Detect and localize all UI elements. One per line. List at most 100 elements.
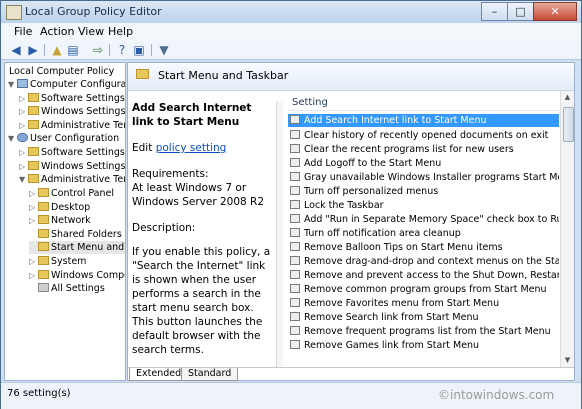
setting-icon: [290, 200, 300, 209]
tree-node-desktop[interactable]: ▷ Desktop: [29, 201, 90, 214]
list-item[interactable]: Clear the recent programs list for new u…: [288, 143, 559, 156]
close-button[interactable]: ✕: [533, 2, 577, 21]
help-icon[interactable]: ?: [115, 43, 129, 57]
menu-help[interactable]: Help: [108, 25, 133, 38]
policy-editor-app-icon: [6, 5, 22, 20]
list-item[interactable]: Remove frequent programs list from the S…: [288, 325, 559, 338]
forward-icon[interactable]: ▶: [26, 43, 40, 57]
tree-node-shared-folders[interactable]: Shared Folders: [29, 228, 122, 241]
back-icon[interactable]: ◀: [9, 43, 23, 57]
main-window: Local Group Policy Editor – □ ✕ File Act…: [0, 0, 582, 409]
tree-node-administrative-templates[interactable]: ▷Administrative Temp: [19, 119, 125, 132]
tree-node-system[interactable]: ▷ System: [29, 255, 86, 268]
user-icon: [17, 133, 28, 142]
filter-icon[interactable]: ▼: [157, 43, 171, 57]
tree-node-local-computer-policy[interactable]: Local Computer Policy: [9, 65, 114, 78]
list-item[interactable]: Turn off personalized menus: [288, 185, 559, 198]
tree-node-network[interactable]: ▷ Network: [29, 214, 91, 227]
setting-icon: [290, 130, 300, 139]
edit-policy-setting-link[interactable]: policy setting: [156, 142, 227, 154]
tab-extended[interactable]: Extended: [129, 368, 189, 381]
menu-file[interactable]: File: [14, 25, 32, 38]
description-panel: Add Search Internet link to Start Menu E…: [128, 91, 274, 367]
setting-icon: [290, 186, 300, 195]
folder-icon: [38, 188, 49, 197]
folder-icon: [38, 229, 49, 238]
tree-node-start-menu-and-taskbar[interactable]: Start Menu and T: [29, 241, 125, 254]
expand-arrow-icon[interactable]: ▷: [19, 119, 28, 132]
menu-action[interactable]: Action: [40, 25, 74, 38]
setting-icon: [290, 340, 300, 349]
list-item[interactable]: Remove Games link from Start Menu: [288, 339, 559, 352]
expand-arrow-icon[interactable]: ▷: [29, 214, 38, 227]
computer-icon: [17, 79, 28, 88]
view-tabs: Extended Standard: [128, 367, 574, 381]
list-item[interactable]: Remove Favorites menu from Start Menu: [288, 297, 559, 310]
folder-icon: [38, 215, 49, 224]
tree-node-user-administrative-templates[interactable]: ▼Administrative Temp: [19, 173, 125, 186]
scroll-thumb[interactable]: [563, 107, 574, 142]
setting-icon: [290, 298, 300, 307]
list-item[interactable]: Remove Balloon Tips on Start Menu items: [288, 241, 559, 254]
list-item[interactable]: Remove and prevent access to the Shut Do…: [288, 269, 559, 282]
expand-arrow-icon[interactable]: ▷: [19, 160, 28, 173]
expand-arrow-icon[interactable]: ▷: [19, 146, 28, 159]
list-item[interactable]: Remove common program groups from Start …: [288, 283, 559, 296]
list-item[interactable]: Remove Search link from Start Menu: [288, 311, 559, 324]
folder-icon: [28, 106, 39, 115]
tree-node-user-configuration[interactable]: ▼ User Configuration: [8, 132, 119, 145]
setting-icon: [290, 326, 300, 335]
pane-header: Start Menu and Taskbar: [128, 63, 574, 91]
list-item[interactable]: Add Logoff to the Start Menu: [288, 157, 559, 170]
setting-icon: [290, 256, 300, 265]
expand-arrow-icon[interactable]: ▷: [19, 92, 28, 105]
list-item[interactable]: Gray unavailable Windows Installer progr…: [288, 171, 559, 184]
tree-node-windows-components[interactable]: ▷ Windows Compo: [29, 269, 125, 282]
settings-icon: [38, 283, 49, 292]
export-list-icon[interactable]: ⇨: [91, 43, 105, 57]
expand-arrow-icon[interactable]: ▷: [29, 201, 38, 214]
main-pane: Start Menu and Taskbar Add Search Intern…: [127, 62, 575, 381]
tree-node-windows-settings[interactable]: ▷ Windows Settings: [19, 105, 125, 118]
maximize-button[interactable]: □: [507, 2, 534, 21]
expand-arrow-icon[interactable]: ▷: [19, 105, 28, 118]
setting-icon: [290, 242, 300, 251]
scroll-down-arrow-icon[interactable]: ▼: [561, 354, 574, 367]
collapse-arrow-icon[interactable]: ▼: [19, 173, 28, 186]
tab-standard[interactable]: Standard: [181, 368, 239, 381]
list-item[interactable]: Remove drag-and-drop and context menus o…: [288, 255, 559, 268]
list-item[interactable]: Add Search Internet link to Start Menu: [288, 114, 559, 127]
folder-icon: [28, 147, 39, 156]
tree-node-all-settings[interactable]: All Settings: [29, 282, 105, 295]
list-item[interactable]: Lock the Taskbar: [288, 199, 559, 212]
column-header-setting[interactable]: Setting: [288, 97, 559, 111]
setting-icon: [290, 115, 300, 124]
tree-node-computer-configuration[interactable]: ▼Computer Configuration: [8, 78, 125, 91]
folder-icon: [28, 174, 39, 183]
list-item[interactable]: Turn off notification area cleanup: [288, 227, 559, 240]
show-hide-tree-icon[interactable]: ▤: [66, 43, 80, 57]
up-folder-icon[interactable]: ▲: [50, 43, 64, 57]
menu-view[interactable]: View: [78, 25, 104, 38]
title-bar[interactable]: Local Group Policy Editor – □ ✕: [1, 1, 581, 23]
minimize-button[interactable]: –: [481, 2, 508, 21]
collapse-arrow-icon[interactable]: ▼: [8, 78, 17, 91]
expand-arrow-icon[interactable]: ▷: [29, 255, 38, 268]
scroll-up-arrow-icon[interactable]: ▲: [561, 91, 574, 104]
toolbar: ◀ ▶ ▲ ▤ ⇨ ? ▣ ▼: [1, 41, 581, 60]
tree-node-software-settings[interactable]: ▷ Software Settings: [19, 92, 125, 105]
list-scrollbar[interactable]: ▲ ▼: [560, 91, 574, 367]
list-item[interactable]: Add "Run in Separate Memory Space" check…: [288, 213, 559, 226]
folder-icon: [28, 161, 39, 170]
settings-list: Setting Add Search Internet link to Star…: [288, 91, 559, 367]
tree-node-user-software-settings[interactable]: ▷ Software Settings: [19, 146, 125, 159]
description-scrollbar[interactable]: [276, 101, 283, 367]
tree-node-user-windows-settings[interactable]: ▷ Windows Settings: [19, 160, 125, 173]
properties-icon[interactable]: ▣: [132, 43, 146, 57]
expand-arrow-icon[interactable]: ▷: [29, 187, 38, 200]
expand-arrow-icon[interactable]: ▷: [29, 269, 38, 282]
collapse-arrow-icon[interactable]: ▼: [8, 132, 17, 145]
list-item[interactable]: Clear history of recently opened documen…: [288, 129, 559, 142]
tree-node-control-panel[interactable]: ▷ Control Panel: [29, 187, 114, 200]
pane-title: Start Menu and Taskbar: [158, 69, 289, 82]
